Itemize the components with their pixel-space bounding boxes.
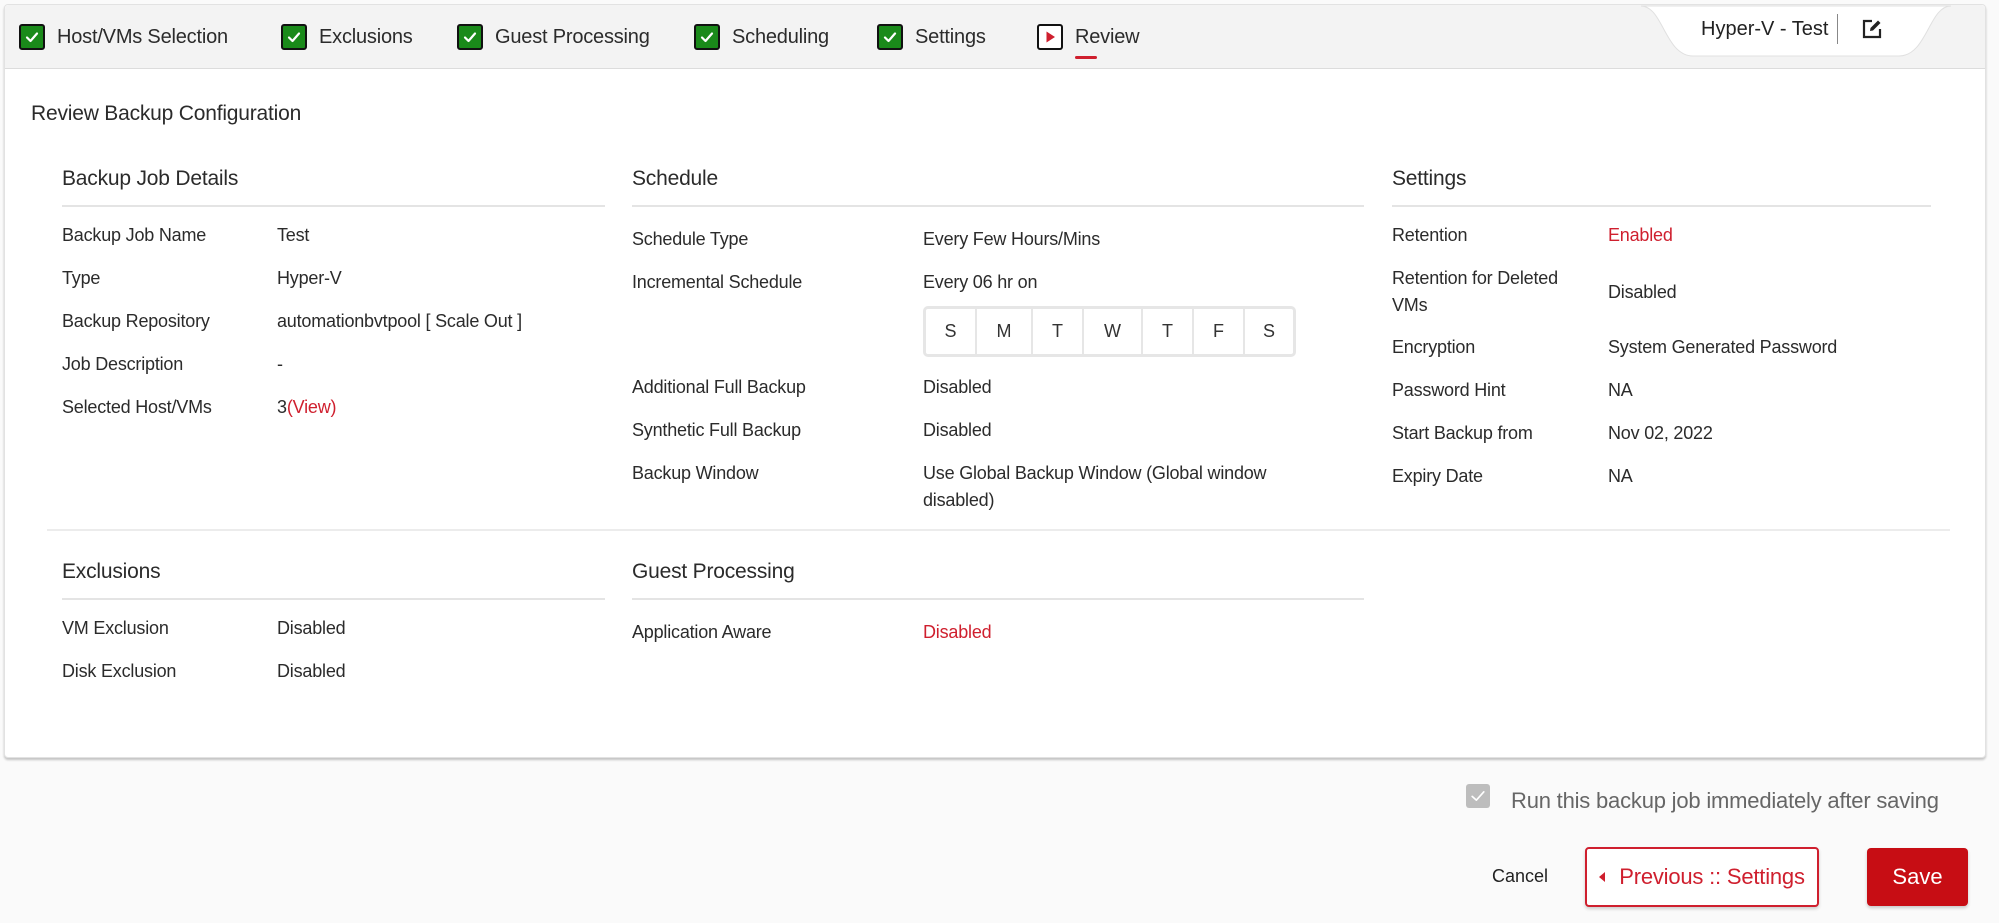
settings-key: Retention: [1392, 225, 1468, 245]
selected-count: 3: [277, 397, 287, 417]
exclusions-section: Exclusions VM Exclusion Disabled Disk Ex…: [62, 560, 605, 681]
schedule-value: Disabled: [923, 377, 992, 397]
step-label: Guest Processing: [495, 25, 650, 48]
cancel-button[interactable]: Cancel: [1492, 866, 1548, 887]
settings-key-continued: VMs: [1392, 295, 1428, 315]
step-label: Host/VMs Selection: [57, 25, 228, 48]
detail-value: Hyper-V: [277, 268, 342, 288]
edit-icon[interactable]: [1859, 16, 1885, 42]
wizard-step-host-vms-selection[interactable]: Host/VMs Selection: [19, 24, 228, 50]
section-title: Settings: [1392, 167, 1931, 207]
run-immediately-label[interactable]: Run this backup job immediately after sa…: [1511, 788, 1939, 814]
schedule-key: Backup Window: [632, 463, 759, 483]
schedule-key: Synthetic Full Backup: [632, 420, 801, 440]
weekday-monday[interactable]: M: [977, 309, 1033, 354]
previous-settings-button[interactable]: Previous :: Settings: [1585, 847, 1819, 907]
schedule-value: Disabled: [923, 420, 992, 440]
settings-key: Retention for Deleted: [1392, 268, 1558, 288]
detail-value: Test: [277, 225, 310, 245]
weekday-wednesday[interactable]: W: [1084, 309, 1143, 354]
page-title: Review Backup Configuration: [31, 102, 302, 125]
weekday-selector: S M T W T F S: [923, 306, 1296, 357]
separator: [1837, 14, 1838, 44]
exclusion-value: Disabled: [277, 661, 346, 681]
settings-key: Start Backup from: [1392, 423, 1533, 443]
schedule-value: Use Global Backup Window (Global window: [923, 463, 1267, 483]
weekday-tuesday[interactable]: T: [1033, 309, 1084, 354]
wizard-step-settings[interactable]: Settings: [877, 24, 986, 50]
weekday-friday[interactable]: F: [1194, 309, 1245, 354]
settings-key: Expiry Date: [1392, 466, 1483, 486]
save-button[interactable]: Save: [1867, 848, 1968, 906]
detail-key: Type: [62, 268, 101, 288]
section-title: Exclusions: [62, 560, 605, 600]
settings-key: Encryption: [1392, 337, 1476, 357]
step-label: Exclusions: [319, 25, 413, 48]
settings-value: Nov 02, 2022: [1608, 423, 1713, 443]
detail-key: Backup Job Name: [62, 225, 207, 245]
wizard-step-review[interactable]: Review: [1037, 24, 1140, 59]
weekday-thursday[interactable]: T: [1143, 309, 1194, 354]
previous-button-label: Previous :: Settings: [1619, 864, 1805, 889]
play-icon: [1037, 24, 1063, 50]
caret-left-icon: [1599, 872, 1606, 882]
section-title: Schedule: [632, 167, 1364, 207]
guest-processing-value: Disabled: [923, 622, 992, 642]
step-label: Review: [1075, 25, 1140, 59]
detail-value-wrapper: 3(View): [277, 397, 336, 418]
weekday-saturday[interactable]: S: [1245, 309, 1293, 354]
detail-value: -: [277, 354, 283, 374]
section-title: Guest Processing: [632, 560, 1364, 600]
check-icon: [457, 24, 483, 50]
weekday-sunday[interactable]: S: [926, 309, 977, 354]
exclusion-key: VM Exclusion: [62, 618, 169, 638]
wizard-step-scheduling[interactable]: Scheduling: [694, 24, 829, 50]
check-icon: [877, 24, 903, 50]
detail-key: Selected Host/VMs: [62, 397, 212, 417]
exclusion-value: Disabled: [277, 618, 346, 638]
step-label: Settings: [915, 25, 986, 48]
run-immediately-checkbox[interactable]: [1466, 784, 1490, 808]
section-title: Backup Job Details: [62, 167, 605, 207]
detail-value: automationbvtpool [ Scale Out ]: [277, 311, 522, 331]
wizard-step-exclusions[interactable]: Exclusions: [281, 24, 413, 50]
guest-processing-key: Application Aware: [632, 622, 772, 642]
detail-key: Job Description: [62, 354, 184, 374]
exclusion-key: Disk Exclusion: [62, 661, 177, 681]
guest-processing-section: Guest Processing Application Aware Disab…: [632, 560, 1364, 642]
settings-value: Enabled: [1608, 225, 1673, 245]
check-icon: [694, 24, 720, 50]
wizard-steps-bar: Host/VMs Selection Exclusions Guest Proc…: [5, 5, 1985, 69]
settings-value: NA: [1608, 466, 1633, 486]
job-name: Hyper-V - Test: [1701, 18, 1829, 40]
job-name-tab: Hyper-V - Test: [1641, 4, 1951, 60]
settings-key: Password Hint: [1392, 380, 1506, 400]
schedule-value: Every 06 hr on: [923, 272, 1038, 292]
schedule-key: Schedule Type: [632, 229, 749, 249]
settings-section: Settings Retention Enabled Retention for…: [1392, 167, 1931, 486]
schedule-value: Every Few Hours/Mins: [923, 229, 1101, 249]
step-label: Scheduling: [732, 25, 829, 48]
section-divider: [47, 529, 1950, 531]
detail-key: Backup Repository: [62, 311, 210, 331]
schedule-section: Schedule Schedule Type Every Few Hours/M…: [632, 167, 1364, 510]
view-hosts-link[interactable]: (View): [287, 397, 337, 417]
check-icon: [1471, 791, 1485, 801]
wizard-step-guest-processing[interactable]: Guest Processing: [457, 24, 650, 50]
settings-value: System Generated Password: [1608, 337, 1838, 357]
review-card: Host/VMs Selection Exclusions Guest Proc…: [4, 4, 1986, 758]
settings-value: NA: [1608, 380, 1633, 400]
settings-value: Disabled: [1608, 282, 1677, 302]
schedule-key: Additional Full Backup: [632, 377, 806, 397]
schedule-value-continued: disabled): [923, 490, 995, 510]
schedule-key: Incremental Schedule: [632, 272, 803, 292]
check-icon: [19, 24, 45, 50]
check-icon: [281, 24, 307, 50]
backup-job-details-section: Backup Job Details Backup Job Name Test …: [62, 167, 605, 417]
